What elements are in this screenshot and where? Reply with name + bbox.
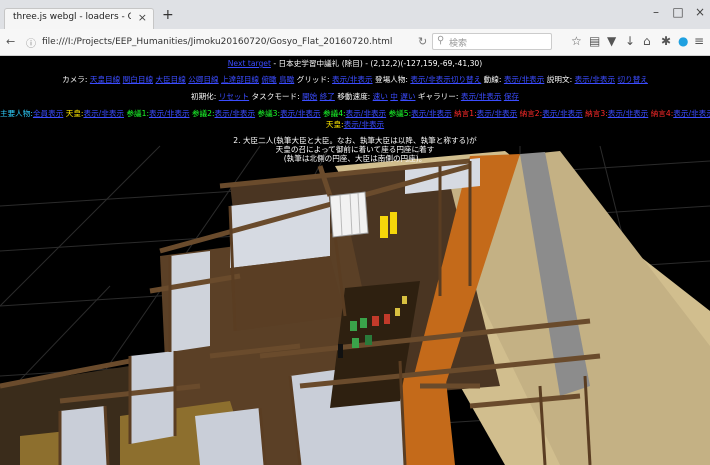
char-link-5[interactable]: 表示/非表示: [346, 109, 387, 118]
task-mode-label: タスクモード:: [251, 92, 300, 101]
gallery-label: ギャラリー:: [417, 92, 459, 101]
camera-link-2[interactable]: 関白目線: [123, 75, 153, 84]
char-label-2: 参議1:: [126, 109, 150, 118]
next-target-link[interactable]: Next target: [228, 59, 271, 68]
emperor-toggle-link[interactable]: 表示/非表示: [344, 120, 385, 129]
webgl-viewport[interactable]: Next target - 日本史学習中議礼 (除目) - (2,12,2)(-…: [0, 56, 710, 465]
wall-west: [170, 251, 210, 352]
camera-link-5[interactable]: 上達部目線: [221, 75, 259, 84]
speed-label: 移動速度:: [337, 92, 371, 101]
info-icon[interactable]: ⓘ: [26, 35, 36, 50]
search-placeholder: 検索: [449, 39, 468, 49]
yellow-banner-2: [390, 212, 397, 234]
char-link-0[interactable]: 全員表示: [33, 109, 63, 118]
char-label-8: 納言2:: [519, 109, 543, 118]
reload-icon[interactable]: ↻: [418, 35, 427, 48]
options-row-2: 初期化: リセット タスクモード: 開始 終了 移動速度: 速い 中 遅い ギャ…: [0, 91, 710, 102]
description-toggle-link[interactable]: 表示/非表示: [575, 75, 616, 84]
char-link-10[interactable]: 表示/非表示: [673, 109, 710, 118]
char-label-1: 天皇:: [65, 109, 84, 118]
task-end-link[interactable]: 終了: [320, 92, 335, 101]
close-window-button[interactable]: ×: [690, 5, 710, 19]
navigation-bar: ← ⓘ file:///I:/Projects/EEP_Humanities/J…: [0, 29, 710, 56]
star-icon[interactable]: ☆: [571, 34, 582, 48]
char-label-3: 参議2:: [191, 109, 215, 118]
gallery-save-link[interactable]: 保存: [504, 92, 519, 101]
description-text: 2. 大臣二人(執筆大臣と大臣。なお、執筆大臣は以降、執筆と称する)が 天皇の召…: [0, 136, 710, 163]
gallery-toggle-link[interactable]: 表示/非表示: [461, 92, 502, 101]
speed-slow-link[interactable]: 遅い: [400, 92, 415, 101]
search-icon: ⚲: [437, 35, 445, 46]
camera-link-6[interactable]: 俯瞰: [261, 75, 276, 84]
download-icon[interactable]: ↓: [625, 34, 635, 48]
wall-southwest-inner: [195, 408, 265, 465]
char-link-9[interactable]: 表示/非表示: [608, 109, 649, 118]
minimize-button[interactable]: –: [646, 5, 666, 19]
char-label-5: 参議4:: [323, 109, 346, 118]
address-bar[interactable]: file:///I:/Projects/EEP_Humanities/Jimok…: [42, 37, 392, 47]
wall-far-west: [60, 406, 108, 465]
wall-north: [230, 194, 330, 268]
init-label: 初期化:: [190, 92, 217, 101]
description-line-3: (執筆は北側の円座、大臣は南側の円座)。: [283, 154, 427, 163]
char-link-4[interactable]: 表示/非表示: [280, 109, 321, 118]
description-line-2: 天皇の召によって御前に着いて座る円座に着す: [275, 145, 435, 154]
camera-link-4[interactable]: 公卿目線: [188, 75, 218, 84]
camera-link-1[interactable]: 天皇目線: [90, 75, 120, 84]
char-label-9: 納言3:: [585, 109, 608, 118]
char-label-4: 参議3:: [257, 109, 281, 118]
options-row-1: カメラ: 天皇目線 関白目線 大臣目線 公卿目線 上達部目線 俯瞰 鳥瞰 グリッ…: [0, 74, 710, 85]
yellow-banner-1: [380, 216, 388, 238]
people-toggle-link[interactable]: 表示/非表示切り替え: [410, 75, 481, 84]
speed-fast-link[interactable]: 速い: [373, 92, 388, 101]
people-label: 登場人物:: [374, 75, 408, 84]
motion-label: 動線:: [483, 75, 502, 84]
tab-title: three.js webgl - loaders - OBJ ...: [13, 12, 131, 22]
description-label: 説明文:: [546, 75, 573, 84]
camera-link-3[interactable]: 大臣目線: [155, 75, 185, 84]
char-link-3[interactable]: 表示/非表示: [215, 109, 256, 118]
char-link-7[interactable]: 表示/非表示: [477, 109, 518, 118]
grid-toggle-link[interactable]: 表示/非表示: [332, 75, 373, 84]
scene-title: - 日本史学習中議礼 (除目) - (2,12,2)(-127,159,-69,…: [273, 59, 483, 68]
char-link-8[interactable]: 表示/非表示: [542, 109, 583, 118]
reset-link[interactable]: リセット: [219, 92, 249, 101]
char-label-6: 参議5:: [388, 109, 412, 118]
header-row: Next target - 日本史学習中議礼 (除目) - (2,12,2)(-…: [0, 58, 710, 69]
char-link-1[interactable]: 表示/非表示: [83, 109, 124, 118]
tab-bar: three.js webgl - loaders - OBJ ... × + –…: [0, 0, 710, 29]
throne-box: [329, 191, 369, 238]
menu-icon[interactable]: ≡: [694, 34, 704, 48]
clipboard-icon[interactable]: ▤: [589, 34, 600, 48]
search-input[interactable]: ⚲ 検索: [432, 33, 552, 50]
back-arrow-icon[interactable]: ←: [6, 35, 15, 48]
extension-icon[interactable]: ✱: [661, 34, 671, 48]
task-start-link[interactable]: 開始: [302, 92, 317, 101]
character-row: 主要人物:全員表示 天皇:表示/非表示 参議1:表示/非表示 参議2:表示/非表…: [0, 108, 710, 119]
char-label-10: 納言4:: [650, 109, 674, 118]
emperor-label: 天皇:: [325, 120, 344, 129]
speed-mid-link[interactable]: 中: [390, 92, 398, 101]
char-label-7: 納言1:: [454, 109, 477, 118]
emperor-row: 天皇:表示/非表示: [0, 119, 710, 130]
tab-close-icon[interactable]: ×: [138, 11, 147, 24]
motion-toggle-link[interactable]: 表示/非表示: [504, 75, 545, 84]
skype-icon[interactable]: ●: [678, 34, 688, 48]
description-line-1: 2. 大臣二人(執筆大臣と大臣。なお、執筆大臣は以降、執筆と称する)が: [233, 136, 477, 145]
camera-link-7[interactable]: 鳥瞰: [279, 75, 294, 84]
home-icon[interactable]: ⌂: [643, 34, 651, 48]
grid-label: グリッド:: [296, 75, 330, 84]
browser-tab[interactable]: three.js webgl - loaders - OBJ ... ×: [4, 8, 154, 29]
maximize-button[interactable]: □: [668, 5, 688, 19]
wall-southwest: [130, 351, 175, 444]
viewer-overlay: Next target - 日本史学習中議礼 (除目) - (2,12,2)(-…: [0, 58, 710, 163]
char-label-0: 主要人物:: [0, 109, 33, 118]
char-link-6[interactable]: 表示/非表示: [411, 109, 452, 118]
new-tab-button[interactable]: +: [162, 7, 174, 23]
camera-label: カメラ:: [62, 75, 88, 84]
pocket-icon[interactable]: ▼: [607, 34, 616, 48]
description-switch-link[interactable]: 切り替え: [618, 75, 648, 84]
char-link-2[interactable]: 表示/非表示: [149, 109, 190, 118]
